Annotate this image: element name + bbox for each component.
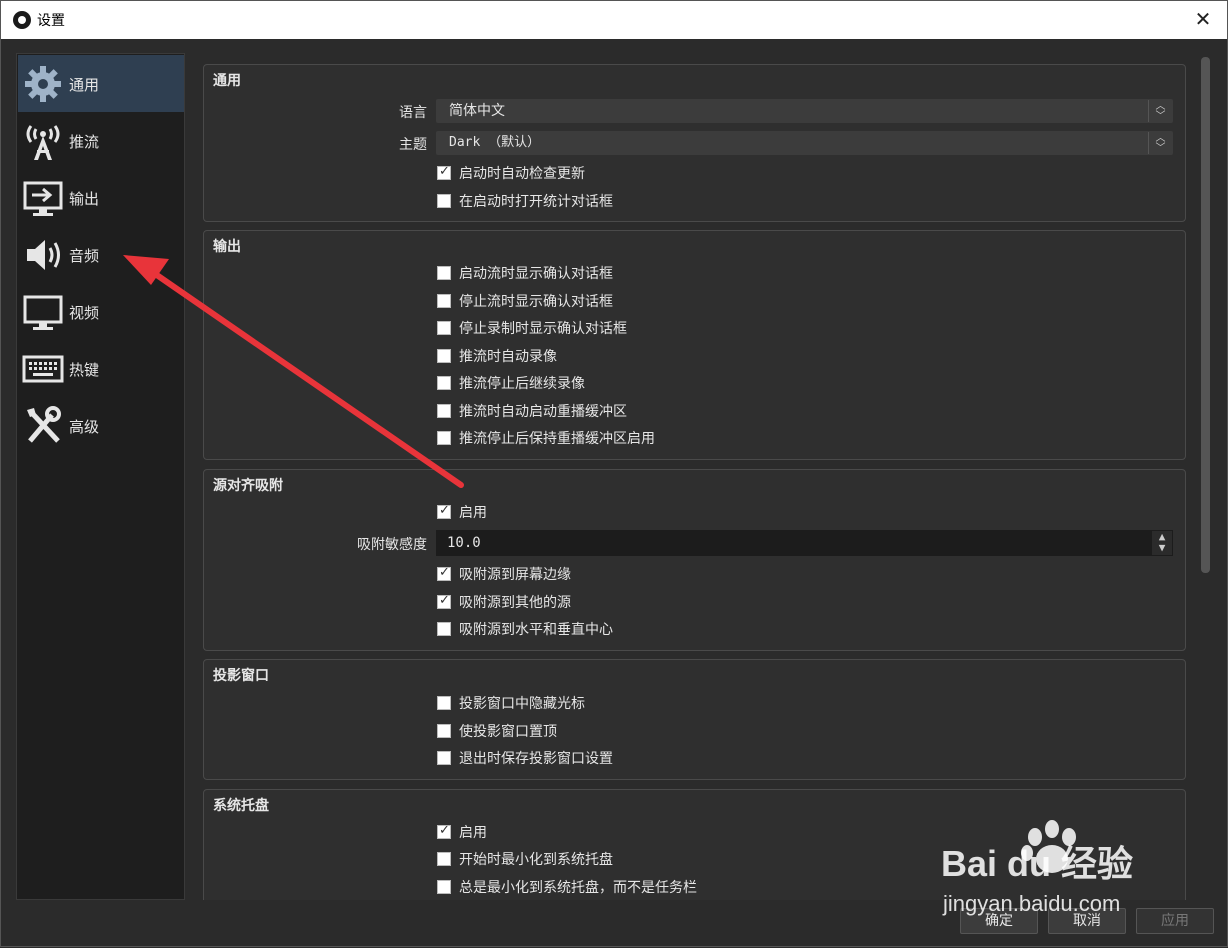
- checkbox-label: 停止流时显示确认对话框: [459, 294, 613, 310]
- language-select[interactable]: 简体中文 ︿ ﹀: [436, 99, 1173, 123]
- obs-logo-icon: [13, 11, 31, 29]
- sidebar-item-label: 视频: [69, 304, 100, 322]
- group-title: 源对齐吸附: [213, 478, 283, 494]
- sidebar-item-hotkeys[interactable]: 热键: [18, 340, 184, 397]
- group-general: 通用 语言 简体中文 ︿﹀ 主题 Dark （默认） ︿﹀ 启动时自动检查更新 …: [203, 64, 1186, 222]
- scrollbar-thumb[interactable]: [1201, 57, 1210, 573]
- checkbox-box[interactable]: [437, 751, 451, 765]
- updown-icon: ︿ ﹀: [1148, 100, 1172, 122]
- apply-button[interactable]: 应用: [1136, 908, 1214, 934]
- checkbox-label: 使投影窗口置顶: [459, 724, 557, 740]
- checkbox-box[interactable]: [437, 404, 451, 418]
- group-tray: 系统托盘 启用 开始时最小化到系统托盘 总是最小化到系统托盘，而不是任务栏: [203, 789, 1186, 900]
- monitor-icon: [23, 295, 63, 330]
- checkbox-label: 推流停止后继续录像: [459, 376, 585, 392]
- checkbox-label: 吸附源到水平和垂直中心: [459, 622, 613, 638]
- group-title: 输出: [213, 239, 241, 255]
- cancel-button[interactable]: 取消: [1048, 908, 1126, 934]
- checkbox-label: 开始时最小化到系统托盘: [459, 852, 613, 868]
- antenna-icon: [26, 125, 60, 160]
- sensitivity-spinbox[interactable]: 10.0 ▲ ▼: [436, 530, 1173, 556]
- content-scrollbar[interactable]: [1198, 53, 1214, 900]
- checkbox-box[interactable]: [437, 194, 451, 208]
- checkbox-label: 启用: [459, 505, 487, 521]
- updown-icon[interactable]: ▲ ▼: [1152, 531, 1172, 555]
- sidebar-item-advanced[interactable]: 高级: [18, 397, 184, 454]
- checkbox-label: 吸附源到其他的源: [459, 595, 571, 611]
- checkbox-box[interactable]: [437, 696, 451, 710]
- theme-value: Dark （默认）: [449, 135, 541, 150]
- checkbox-label: 总是最小化到系统托盘，而不是任务栏: [459, 880, 697, 896]
- checkbox-label: 吸附源到屏幕边缘: [459, 567, 571, 583]
- checkbox-label: 推流停止后保持重播缓冲区启用: [459, 431, 655, 447]
- checkbox-box[interactable]: [437, 880, 451, 894]
- ok-button[interactable]: 确定: [960, 908, 1038, 934]
- close-icon[interactable]: ✕: [1191, 7, 1215, 31]
- sidebar-item-label: 高级: [69, 418, 100, 436]
- sidebar-item-label: 音频: [69, 247, 100, 265]
- settings-window: 设置 ✕ 通用 推流 输出 音频 视频 热键 高级 通用 语言 简体中文 ︿ ﹀…: [0, 0, 1228, 947]
- checkbox-label: 推流时自动启动重播缓冲区: [459, 404, 627, 420]
- language-label: 语言: [399, 105, 427, 121]
- sidebar-item-stream[interactable]: 推流: [18, 112, 184, 169]
- group-title: 投影窗口: [213, 668, 269, 684]
- checkbox-box[interactable]: [437, 431, 451, 445]
- sidebar-item-general[interactable]: 通用: [18, 55, 184, 112]
- group-title: 通用: [213, 73, 241, 89]
- sidebar-item-label: 通用: [69, 76, 100, 94]
- checkbox-box[interactable]: [437, 164, 451, 180]
- checkbox-box[interactable]: [437, 321, 451, 335]
- checkbox-label: 启动时自动检查更新: [459, 166, 585, 182]
- group-projectors: 投影窗口 投影窗口中隐藏光标 使投影窗口置顶 退出时保存投影窗口设置: [203, 659, 1186, 780]
- group-output: 输出 启动流时显示确认对话框 停止流时显示确认对话框 停止录制时显示确认对话框 …: [203, 230, 1186, 460]
- window-title: 设置: [37, 13, 65, 29]
- sidebar-item-label: 输出: [69, 190, 100, 208]
- title-bar: 设置 ✕: [1, 1, 1227, 39]
- sidebar-item-audio[interactable]: 音频: [18, 226, 184, 283]
- checkbox-box[interactable]: [437, 294, 451, 308]
- checkbox-label: 启动流时显示确认对话框: [459, 266, 613, 282]
- checkbox-box[interactable]: [437, 852, 451, 866]
- language-value: 简体中文: [449, 103, 505, 119]
- group-title: 系统托盘: [213, 798, 269, 814]
- checkbox-box[interactable]: [437, 349, 451, 363]
- checkbox-label: 推流时自动录像: [459, 349, 557, 365]
- checkbox-label: 停止录制时显示确认对话框: [459, 321, 627, 337]
- checkbox-box[interactable]: [437, 266, 451, 280]
- group-snapping: 源对齐吸附 启用 吸附敏感度 10.0 ▲▼ 吸附源到屏幕边缘 吸附源到其他的源…: [203, 469, 1186, 651]
- updown-icon: ︿ ﹀: [1148, 132, 1172, 154]
- settings-sidebar: 通用 推流 输出 音频 视频 热键 高级: [16, 53, 185, 900]
- theme-label: 主题: [399, 137, 427, 153]
- checkbox-label: 退出时保存投影窗口设置: [459, 751, 613, 767]
- checkbox-label: 启用: [459, 825, 487, 841]
- settings-content: 通用 语言 简体中文 ︿﹀ 主题 Dark （默认） ︿﹀ 启动时自动检查更新 …: [197, 53, 1193, 900]
- sidebar-item-label: 推流: [69, 133, 100, 151]
- checkbox-box[interactable]: [437, 376, 451, 390]
- sidebar-item-video[interactable]: 视频: [18, 283, 184, 340]
- speaker-icon: [27, 240, 60, 270]
- sensitivity-value: 10.0: [447, 535, 481, 551]
- checkbox-box[interactable]: [437, 823, 451, 839]
- checkbox-label: 在启动时打开统计对话框: [459, 194, 613, 210]
- checkbox-box[interactable]: [437, 724, 451, 738]
- sensitivity-label: 吸附敏感度: [357, 537, 427, 553]
- checkbox-box[interactable]: [437, 593, 451, 609]
- output-monitor-icon: [23, 181, 63, 216]
- checkbox-box[interactable]: [437, 503, 451, 519]
- tools-icon: [27, 406, 61, 443]
- checkbox-box[interactable]: [437, 565, 451, 581]
- sidebar-item-output[interactable]: 输出: [18, 169, 184, 226]
- checkbox-label: 投影窗口中隐藏光标: [459, 696, 585, 712]
- gear-icon: [25, 66, 61, 102]
- keyboard-icon: [22, 355, 64, 383]
- checkbox-box[interactable]: [437, 622, 451, 636]
- theme-select[interactable]: Dark （默认） ︿ ﹀: [436, 131, 1173, 155]
- sidebar-item-label: 热键: [69, 361, 100, 379]
